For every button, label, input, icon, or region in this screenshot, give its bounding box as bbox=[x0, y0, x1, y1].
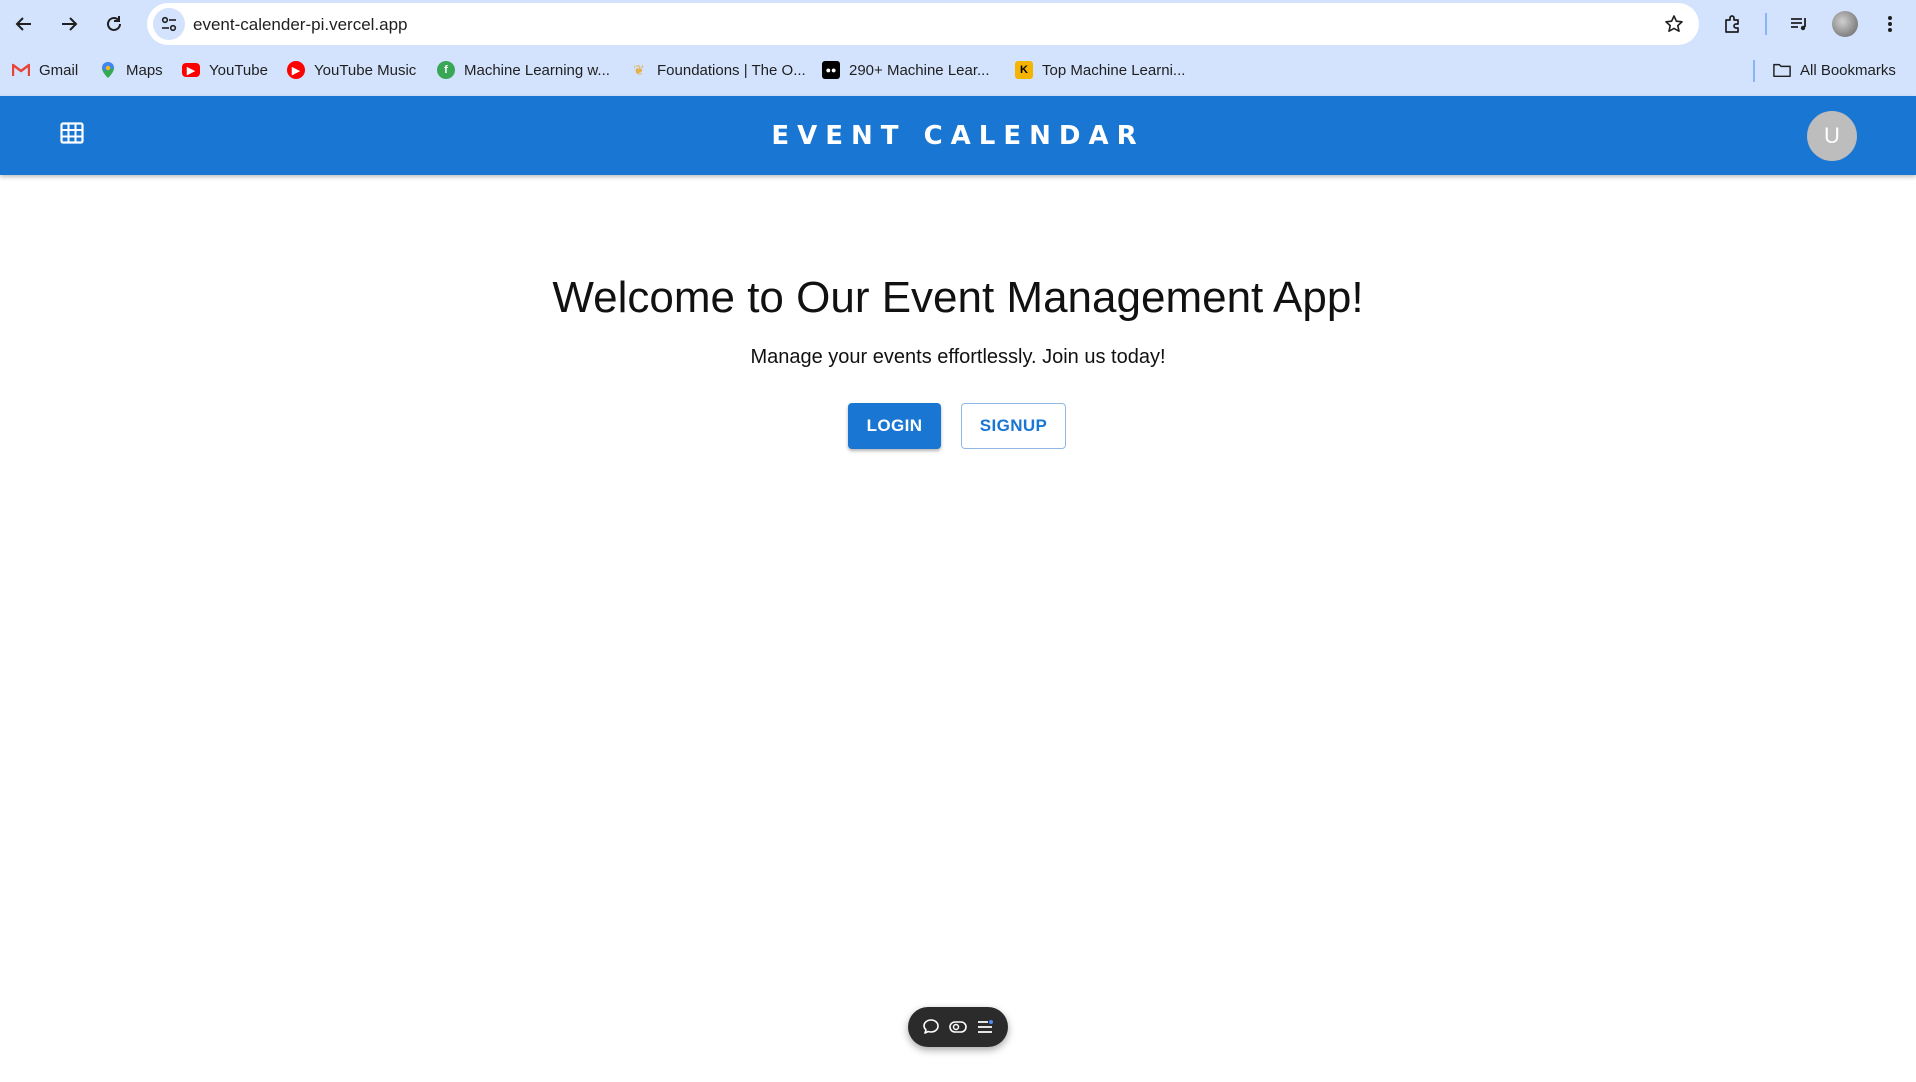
welcome-heading: Welcome to Our Event Management App! bbox=[552, 273, 1364, 322]
kdnuggets-icon: K bbox=[1015, 61, 1033, 79]
toolbar-divider bbox=[1765, 13, 1767, 35]
medium-icon: ●● bbox=[822, 61, 840, 79]
bookmark-290-machine-learning[interactable]: ●● 290+ Machine Lear... bbox=[822, 58, 990, 82]
media-queue-icon bbox=[1791, 18, 1806, 31]
bookmark-maps[interactable]: Maps bbox=[99, 58, 163, 82]
gmail-icon bbox=[12, 61, 30, 79]
app-title: EVENT CALENDAR bbox=[771, 121, 1145, 151]
youtube-icon: ▶ bbox=[182, 63, 200, 77]
login-button[interactable]: LOGIN bbox=[848, 403, 941, 449]
back-arrow-icon bbox=[15, 17, 31, 31]
forward-button[interactable] bbox=[51, 6, 87, 42]
url-text[interactable]: event-calender-pi.vercel.app bbox=[193, 15, 408, 35]
reload-button[interactable] bbox=[96, 6, 132, 42]
floating-toolbar bbox=[908, 1007, 1008, 1047]
user-avatar[interactable]: U bbox=[1807, 111, 1857, 161]
comment-icon[interactable] bbox=[920, 1016, 942, 1038]
bookmarks-divider bbox=[1753, 60, 1755, 82]
youtube-music-icon: ▶ bbox=[287, 61, 305, 79]
browser-toolbar: event-calender-pi.vercel.app bbox=[0, 0, 1916, 48]
bookmark-label: Maps bbox=[126, 61, 163, 79]
kebab-menu-icon bbox=[1888, 16, 1892, 32]
reload-icon bbox=[107, 16, 121, 31]
bookmark-label: Machine Learning w... bbox=[464, 61, 610, 79]
bookmark-label: Foundations | The O... bbox=[657, 61, 806, 79]
all-bookmarks-button[interactable]: All Bookmarks bbox=[1773, 58, 1896, 82]
all-bookmarks-label: All Bookmarks bbox=[1800, 61, 1896, 79]
puzzle-icon bbox=[1725, 15, 1739, 33]
bookmark-label: YouTube bbox=[209, 61, 268, 79]
bookmark-label: 290+ Machine Lear... bbox=[849, 61, 990, 79]
folder-icon bbox=[1773, 61, 1791, 79]
toggle-view-icon[interactable] bbox=[947, 1016, 969, 1038]
browser-chrome: event-calender-pi.vercel.app Gmail Maps … bbox=[0, 0, 1916, 96]
bookmark-label: Top Machine Learni... bbox=[1042, 61, 1186, 79]
bookmarks-bar: Gmail Maps ▶ YouTube ▶ YouTube Music f M… bbox=[0, 54, 1916, 86]
bookmark-top-machine-learning[interactable]: K Top Machine Learni... bbox=[1015, 58, 1185, 82]
app-header: EVENT CALENDAR U bbox=[0, 96, 1916, 175]
foundations-icon: ❦ bbox=[633, 61, 645, 78]
ml-site-icon: f bbox=[437, 61, 455, 79]
signup-button[interactable]: SIGNUP bbox=[961, 403, 1066, 449]
browser-menu-button[interactable] bbox=[1874, 8, 1906, 40]
site-info-icon[interactable] bbox=[153, 8, 185, 40]
profile-avatar-icon[interactable] bbox=[1832, 11, 1858, 37]
media-controls-button[interactable] bbox=[1783, 8, 1815, 40]
bookmark-foundations[interactable]: ❦ Foundations | The O... bbox=[630, 58, 806, 82]
bookmark-machine-learning[interactable]: f Machine Learning w... bbox=[437, 58, 610, 82]
bookmark-label: Gmail bbox=[39, 61, 79, 79]
forward-arrow-icon bbox=[62, 17, 78, 31]
list-menu-icon[interactable] bbox=[974, 1016, 996, 1038]
extensions-button[interactable] bbox=[1717, 8, 1749, 40]
bookmark-label: YouTube Music bbox=[314, 61, 417, 79]
bookmark-gmail[interactable]: Gmail bbox=[12, 58, 78, 82]
bookmark-youtube[interactable]: ▶ YouTube bbox=[182, 58, 268, 82]
maps-icon bbox=[99, 61, 117, 79]
bookmark-star-icon[interactable] bbox=[1661, 11, 1687, 37]
bookmark-youtube-music[interactable]: ▶ YouTube Music bbox=[287, 58, 416, 82]
welcome-subtitle: Manage your events effortlessly. Join us… bbox=[750, 346, 1166, 368]
back-button[interactable] bbox=[6, 6, 42, 42]
address-bar[interactable]: event-calender-pi.vercel.app bbox=[147, 3, 1699, 45]
